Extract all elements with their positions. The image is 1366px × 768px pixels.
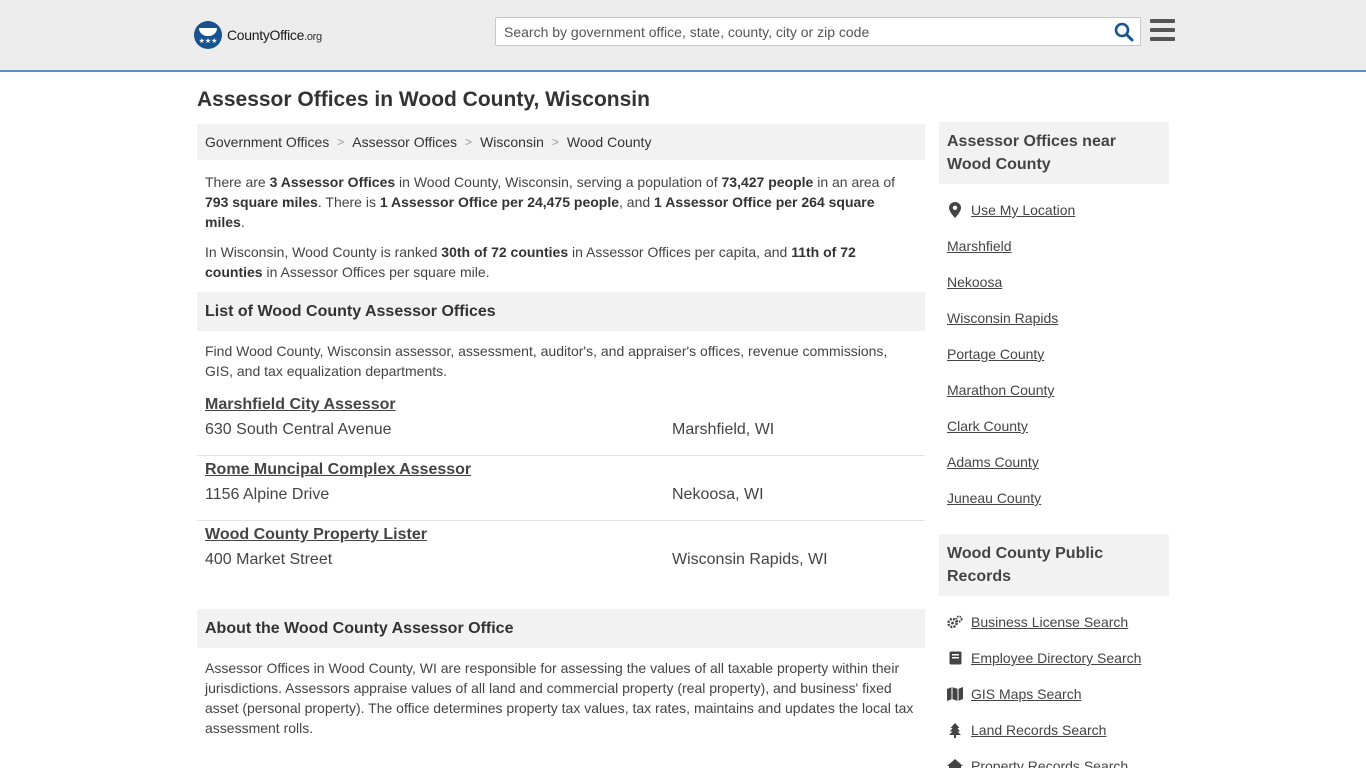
breadcrumb-government-offices[interactable]: Government Offices (205, 134, 329, 150)
map-icon (947, 686, 963, 702)
nearby-link[interactable]: Juneau County (947, 490, 1041, 506)
page-title: Assessor Offices in Wood County, Wiscons… (197, 88, 650, 111)
office-list-item: Wood County Property Lister 400 Market S… (197, 521, 925, 586)
nearby-link[interactable]: Wisconsin Rapids (947, 310, 1058, 326)
intro-paragraph-ranking: In Wisconsin, Wood County is ranked 30th… (205, 244, 856, 280)
office-address: 630 South Central Avenue (205, 421, 392, 438)
office-city: Marshfield, WI (672, 421, 775, 438)
records-link[interactable]: Business License Search (971, 614, 1128, 630)
sidebar: Assessor Offices near Wood County Use My… (939, 122, 1169, 768)
nearby-item-clark-county: Clark County (947, 408, 1169, 444)
eagle-seal-icon: ★★★ (194, 21, 222, 49)
nearby-item-marshfield: Marshfield (947, 228, 1169, 264)
records-link[interactable]: GIS Maps Search (971, 686, 1082, 702)
search-bar (495, 17, 1141, 46)
intro-text: There are 3 Assessor Offices in Wood Cou… (197, 160, 925, 282)
office-list-item: Marshfield City Assessor 630 South Centr… (197, 391, 925, 456)
nearby-item-wisconsin-rapids: Wisconsin Rapids (947, 300, 1169, 336)
nearby-link[interactable]: Marshfield (947, 238, 1012, 254)
about-section-heading: About the Wood County Assessor Office (197, 609, 925, 648)
office-address: 1156 Alpine Drive (205, 486, 330, 503)
office-name-link[interactable]: Rome Muncipal Complex Assessor (205, 461, 471, 479)
book-icon (947, 650, 963, 666)
records-link[interactable]: Land Records Search (971, 722, 1106, 738)
nearby-link[interactable]: Nekoosa (947, 274, 1002, 290)
office-address: 400 Market Street (205, 551, 333, 568)
nearby-link[interactable]: Portage County (947, 346, 1044, 362)
office-city: Wisconsin Rapids, WI (672, 551, 828, 568)
office-city: Nekoosa, WI (672, 486, 764, 503)
hamburger-menu-icon[interactable] (1150, 19, 1175, 41)
records-item-land-records: Land Records Search (947, 712, 1169, 748)
office-name-link[interactable]: Marshfield City Assessor (205, 396, 396, 414)
records-link[interactable]: Employee Directory Search (971, 650, 1141, 666)
search-icon[interactable] (1114, 22, 1134, 42)
nearby-item-adams-county: Adams County (947, 444, 1169, 480)
breadcrumb-separator: > (465, 135, 473, 149)
nearby-item-marathon-county: Marathon County (947, 372, 1169, 408)
nearby-offices-heading: Assessor Offices near Wood County (939, 122, 1169, 184)
map-marker-icon (947, 202, 963, 218)
nearby-item-nekoosa: Nekoosa (947, 264, 1169, 300)
site-logo[interactable]: ★★★ CountyOffice.org (194, 21, 322, 49)
records-item-employee-directory: Employee Directory Search (947, 640, 1169, 676)
list-section-heading: List of Wood County Assessor Offices (197, 292, 925, 331)
nearby-link[interactable]: Adams County (947, 454, 1039, 470)
breadcrumb-wisconsin[interactable]: Wisconsin (480, 134, 544, 150)
office-list: Marshfield City Assessor 630 South Centr… (197, 391, 925, 586)
nearby-offices-list: Use My Location Marshfield Nekoosa Wisco… (939, 184, 1169, 516)
public-records-list: Business License Search Employee Directo… (939, 596, 1169, 768)
breadcrumb: Government Offices > Assessor Offices > … (197, 124, 925, 160)
nearby-item-juneau-county: Juneau County (947, 480, 1169, 516)
search-input[interactable] (496, 18, 1106, 45)
use-my-location-link[interactable]: Use My Location (971, 202, 1075, 218)
use-my-location-item: Use My Location (947, 192, 1169, 228)
breadcrumb-wood-county[interactable]: Wood County (567, 134, 652, 150)
breadcrumb-assessor-offices[interactable]: Assessor Offices (352, 134, 457, 150)
records-link[interactable]: Property Records Search (971, 758, 1128, 768)
gears-icon (947, 614, 963, 630)
nearby-link[interactable]: Marathon County (947, 382, 1054, 398)
office-list-item: Rome Muncipal Complex Assessor 1156 Alpi… (197, 456, 925, 521)
records-item-gis-maps: GIS Maps Search (947, 676, 1169, 712)
list-section-description: Find Wood County, Wisconsin assessor, as… (205, 343, 888, 379)
office-name-link[interactable]: Wood County Property Lister (205, 526, 427, 544)
nearby-item-portage-county: Portage County (947, 336, 1169, 372)
site-header: ★★★ CountyOffice.org (0, 0, 1366, 72)
records-item-business-license: Business License Search (947, 604, 1169, 640)
intro-paragraph-stats: There are 3 Assessor Offices in Wood Cou… (205, 174, 896, 230)
logo-text: CountyOffice.org (227, 27, 322, 43)
nearby-link[interactable]: Clark County (947, 418, 1028, 434)
breadcrumb-separator: > (337, 135, 345, 149)
about-section-text: Assessor Offices in Wood County, WI are … (205, 660, 914, 736)
tree-icon (947, 722, 963, 738)
public-records-heading: Wood County Public Records (939, 534, 1169, 596)
main-content: Government Offices > Assessor Offices > … (197, 124, 925, 738)
breadcrumb-separator: > (551, 135, 559, 149)
house-icon (947, 758, 963, 768)
records-item-property-records: Property Records Search (947, 748, 1169, 768)
